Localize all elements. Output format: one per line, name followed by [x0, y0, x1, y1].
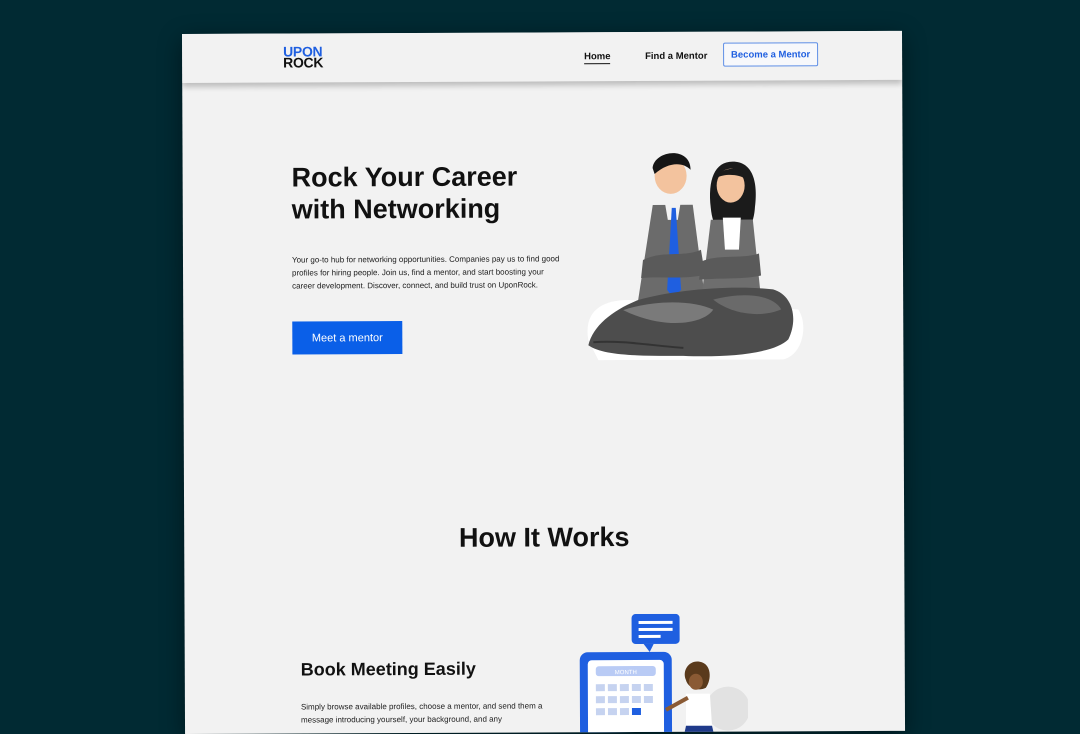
how-it-works-title: How It Works — [458, 522, 630, 553]
logo[interactable]: UPON ROCK — [283, 43, 324, 71]
hero-description: Your go-to hub for networking opportunit… — [291, 254, 560, 291]
rock-illustration — [588, 287, 794, 357]
become-mentor-button[interactable]: Become a Mentor — [723, 42, 819, 67]
hero-illustration — [587, 153, 804, 361]
woman-figure — [664, 661, 717, 734]
nav-home-link[interactable]: Home — [584, 51, 611, 65]
calendar-month-label: MONTH — [615, 670, 637, 676]
feature-description: Simply browse available profiles, choose… — [300, 701, 543, 725]
logo-text-rock: ROCK — [283, 54, 324, 71]
meet-mentor-button[interactable]: Meet a mentor — [292, 321, 403, 355]
nav-find-mentor-link[interactable]: Find a Mentor — [645, 51, 707, 62]
businesswoman-figure — [699, 161, 762, 300]
navbar: UPON ROCK Home Find a Mentor Become a Me… — [182, 30, 903, 83]
feature-title: Book Meeting Easily — [300, 658, 476, 680]
website-page: UPON ROCK Home Find a Mentor Become a Me… — [182, 30, 906, 734]
hero-title: Rock Your Career with Networking — [291, 161, 518, 225]
booking-illustration: MONTH — [579, 613, 749, 734]
